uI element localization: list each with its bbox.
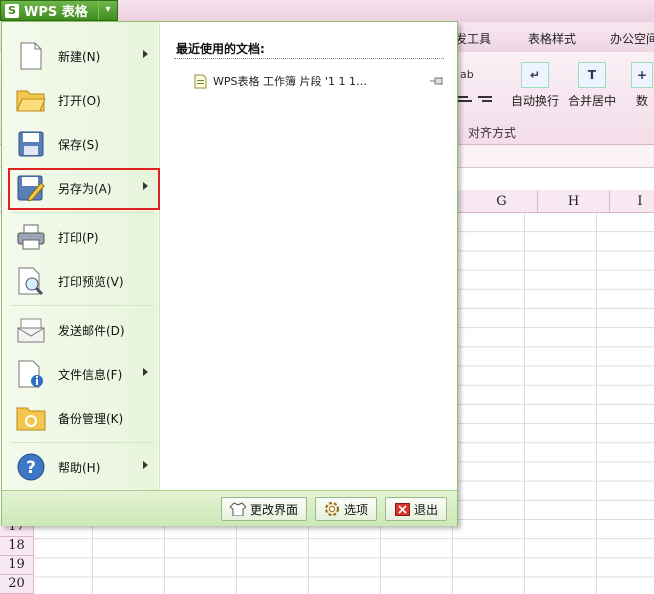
menu-item-label: 帮助(H) bbox=[58, 460, 101, 475]
wps-menu-button[interactable]: S WPS 表格 ▾ bbox=[0, 0, 118, 21]
menu-item-save-as[interactable]: 另存为(A) bbox=[8, 168, 156, 208]
column-header-i[interactable]: I bbox=[610, 190, 654, 212]
svg-text:?: ? bbox=[26, 458, 36, 478]
menu-item-backup[interactable]: 备份管理(K) bbox=[8, 398, 156, 438]
recent-document-name: WPS表格 工作簿 片段 '1 1 1… bbox=[213, 75, 367, 88]
options-button[interactable]: 选项 bbox=[315, 497, 378, 521]
row-header-19[interactable]: 19 bbox=[0, 556, 34, 575]
print-preview-icon bbox=[16, 266, 46, 296]
save-disk-icon bbox=[16, 129, 46, 159]
email-icon bbox=[16, 315, 46, 345]
recent-divider bbox=[174, 58, 444, 59]
recent-documents-title: 最近使用的文档: bbox=[176, 42, 265, 56]
menu-item-file-info[interactable]: 文件信息(F) bbox=[8, 354, 156, 394]
close-icon bbox=[394, 501, 410, 517]
exit-label: 退出 bbox=[414, 502, 439, 517]
number-format-label: 数 bbox=[635, 94, 648, 108]
open-folder-icon bbox=[16, 85, 46, 115]
menu-separator bbox=[10, 305, 154, 306]
tab-table-style[interactable]: 表格样式 bbox=[528, 30, 576, 47]
tab-developer-tools[interactable]: 发工具 bbox=[455, 30, 491, 47]
exit-button[interactable]: 退出 bbox=[385, 497, 448, 521]
menu-separator bbox=[10, 442, 154, 443]
menu-item-send-email[interactable]: 发送邮件(D) bbox=[8, 310, 156, 350]
change-ui-label: 更改界面 bbox=[250, 502, 299, 517]
spreadsheet-file-icon bbox=[194, 74, 207, 88]
menu-item-label: 备份管理(K) bbox=[58, 411, 124, 426]
merge-center-label: 合并居中 bbox=[567, 94, 616, 108]
wrap-text-button[interactable]: ↵ 自动换行 bbox=[510, 62, 560, 109]
submenu-arrow-icon bbox=[143, 368, 148, 376]
menu-item-label: 发送邮件(D) bbox=[58, 323, 125, 338]
column-header-g[interactable]: G bbox=[466, 190, 538, 212]
submenu-arrow-icon bbox=[143, 50, 148, 58]
merge-center-icon: T bbox=[578, 62, 606, 88]
help-icon: ? bbox=[16, 452, 46, 482]
wrap-text-label: 自动换行 bbox=[510, 94, 559, 108]
menu-item-label: 保存(S) bbox=[58, 137, 99, 152]
gear-icon bbox=[324, 501, 340, 517]
options-label: 选项 bbox=[344, 502, 369, 517]
change-ui-button[interactable]: 更改界面 bbox=[221, 497, 308, 521]
dropdown-arrow-icon[interactable]: ▾ bbox=[98, 1, 117, 20]
wrap-text-icon: ↵ bbox=[521, 62, 549, 88]
save-as-icon bbox=[16, 173, 46, 203]
menu-item-label: 新建(N) bbox=[58, 49, 101, 64]
row-header-18[interactable]: 18 bbox=[0, 537, 34, 556]
menu-item-print[interactable]: 打印(P) bbox=[8, 217, 156, 257]
file-menu-panel: 新建(N) 打开(O) 保存(S) 另存为(A) 打印(P) 打印预览(V) 发… bbox=[1, 21, 458, 526]
menu-item-label: 打开(O) bbox=[58, 93, 101, 108]
wps-logo-icon: S bbox=[5, 3, 19, 18]
number-format-button[interactable]: + 数 bbox=[630, 62, 654, 109]
number-format-icon: + bbox=[631, 62, 653, 88]
recent-documents-pane: 最近使用的文档: WPS表格 工作簿 片段 '1 1 1… bbox=[159, 22, 457, 490]
menu-item-label: 打印预览(V) bbox=[58, 274, 124, 289]
new-document-icon bbox=[16, 41, 46, 71]
menu-item-label: 另存为(A) bbox=[58, 181, 112, 196]
menu-separator bbox=[10, 212, 154, 213]
svg-text:ab: ab bbox=[460, 68, 474, 81]
recent-document-item[interactable]: WPS表格 工作簿 片段 '1 1 1… bbox=[194, 72, 446, 90]
menu-item-help[interactable]: ? 帮助(H) bbox=[8, 447, 156, 487]
submenu-arrow-icon bbox=[143, 182, 148, 190]
wps-menu-button-label: WPS 表格 bbox=[24, 5, 88, 20]
align-icons-group: ab bbox=[458, 66, 498, 106]
column-header-h[interactable]: H bbox=[538, 190, 610, 212]
menu-item-new[interactable]: 新建(N) bbox=[8, 36, 156, 76]
menu-bottom-bar: 更改界面 选项 退出 bbox=[2, 490, 457, 526]
submenu-arrow-icon bbox=[143, 461, 148, 469]
menu-item-save[interactable]: 保存(S) bbox=[8, 124, 156, 164]
menu-item-label: 文件信息(F) bbox=[58, 367, 123, 382]
alignment-group-label: 对齐方式 bbox=[468, 126, 517, 140]
align-icon[interactable]: ab bbox=[458, 66, 498, 106]
printer-icon bbox=[16, 222, 46, 252]
menu-item-label: 打印(P) bbox=[58, 230, 99, 245]
menu-item-print-preview[interactable]: 打印预览(V) bbox=[8, 261, 156, 301]
menu-item-open[interactable]: 打开(O) bbox=[8, 80, 156, 120]
file-info-icon bbox=[16, 359, 46, 389]
backup-folder-icon bbox=[16, 403, 46, 433]
merge-center-button[interactable]: T 合并居中 bbox=[566, 62, 618, 109]
pin-icon[interactable] bbox=[430, 76, 446, 86]
shirt-icon bbox=[230, 501, 246, 517]
tab-office-space[interactable]: 办公空间 bbox=[610, 30, 654, 47]
row-header-20[interactable]: 20 bbox=[0, 575, 34, 594]
menu-command-list: 新建(N) 打开(O) 保存(S) 另存为(A) 打印(P) 打印预览(V) 发… bbox=[2, 22, 158, 490]
